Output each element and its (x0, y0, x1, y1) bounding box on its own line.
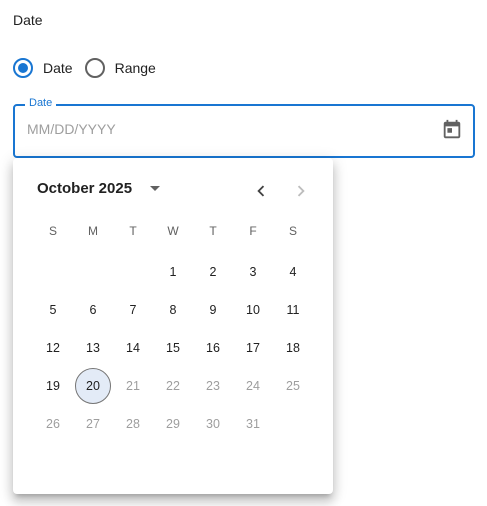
empty-day-cell (35, 254, 71, 290)
date-field[interactable]: Date (13, 97, 475, 158)
day-button[interactable]: 13 (75, 330, 111, 366)
weekday-label: S (48, 224, 57, 238)
week-row: 1234 (33, 253, 313, 291)
day-disabled: 27 (86, 417, 100, 431)
day-grid: 1 2 3 4 5 6 7 8 9 10 11 12 13 14 15 16 17 18 19 20 21 22 23 24 2… (33, 253, 313, 443)
weekday-label: S (288, 224, 297, 238)
day-button[interactable]: 16 (195, 330, 231, 366)
radio-range[interactable]: Range (84, 58, 156, 78)
day-button[interactable]: 14 (115, 330, 151, 366)
day-button[interactable]: 1 (155, 254, 191, 290)
chevron-left-icon[interactable] (250, 180, 272, 202)
weekday-label: T (209, 224, 217, 238)
day-button[interactable]: 5 (35, 292, 71, 328)
radio-date-label[interactable]: Date (43, 60, 73, 76)
week-row: 26 27 28 29 30 31 (33, 405, 313, 443)
day-disabled: 31 (246, 417, 260, 431)
day-button[interactable]: 4 (275, 254, 311, 290)
weekday-label: M (88, 224, 98, 238)
month-year-selector[interactable]: October 2025 (37, 180, 161, 197)
weekday-label: W (167, 224, 179, 238)
weekday-label: F (249, 224, 257, 238)
day-disabled: 25 (286, 379, 300, 393)
day-button[interactable]: 7 (115, 292, 151, 328)
week-row: 12 13 14 15 16 17 18 (33, 329, 313, 367)
day-button[interactable]: 15 (155, 330, 191, 366)
date-input[interactable] (27, 121, 407, 137)
section-title: Date (13, 12, 43, 28)
day-disabled: 30 (206, 417, 220, 431)
week-row: 5 6 7 8 9 10 11 (33, 291, 313, 329)
empty-day-cell (75, 254, 111, 290)
date-field-label: Date (25, 97, 57, 109)
radio-date[interactable]: Date (13, 58, 73, 78)
radio-date-indicator[interactable] (13, 58, 33, 78)
day-disabled: 28 (126, 417, 140, 431)
day-button[interactable]: 3 (235, 254, 271, 290)
weekday-label: T (129, 224, 137, 238)
week-row: 19 20 21 22 23 24 25 (33, 367, 313, 405)
day-today[interactable]: 20 (75, 368, 111, 404)
empty-day-cell (115, 254, 151, 290)
day-disabled: 22 (166, 379, 180, 393)
calendar-icon[interactable] (441, 119, 463, 141)
day-button[interactable]: 18 (275, 330, 311, 366)
day-button[interactable]: 19 (35, 368, 71, 404)
day-disabled: 21 (126, 379, 140, 393)
day-disabled: 24 (246, 379, 260, 393)
chevron-right-icon[interactable] (290, 180, 312, 202)
radio-range-indicator[interactable] (84, 58, 105, 78)
empty-day-cell (275, 406, 311, 442)
day-button[interactable]: 17 (235, 330, 271, 366)
mode-radio-group: Date Range (13, 58, 168, 78)
day-disabled: 26 (46, 417, 60, 431)
day-button[interactable]: 11 (275, 292, 311, 328)
month-label[interactable]: October 2025 (37, 180, 132, 197)
calendar-popup: October 2025 SMTWTFS 1 2 3 4 5 6 7 8 9 10 11 12 13 14… (13, 158, 333, 494)
day-button[interactable]: 8 (155, 292, 191, 328)
weekday-header: SMTWTFS (33, 224, 313, 238)
day-button[interactable]: 10 (235, 292, 271, 328)
radio-range-label[interactable]: Range (115, 60, 156, 76)
day-disabled: 23 (206, 379, 220, 393)
day-button[interactable]: 12 (35, 330, 71, 366)
caret-down-icon[interactable] (150, 186, 161, 191)
day-button[interactable]: 6 (75, 292, 111, 328)
day-disabled: 29 (166, 417, 180, 431)
day-button[interactable]: 9 (195, 292, 231, 328)
day-button[interactable]: 2 (195, 254, 231, 290)
